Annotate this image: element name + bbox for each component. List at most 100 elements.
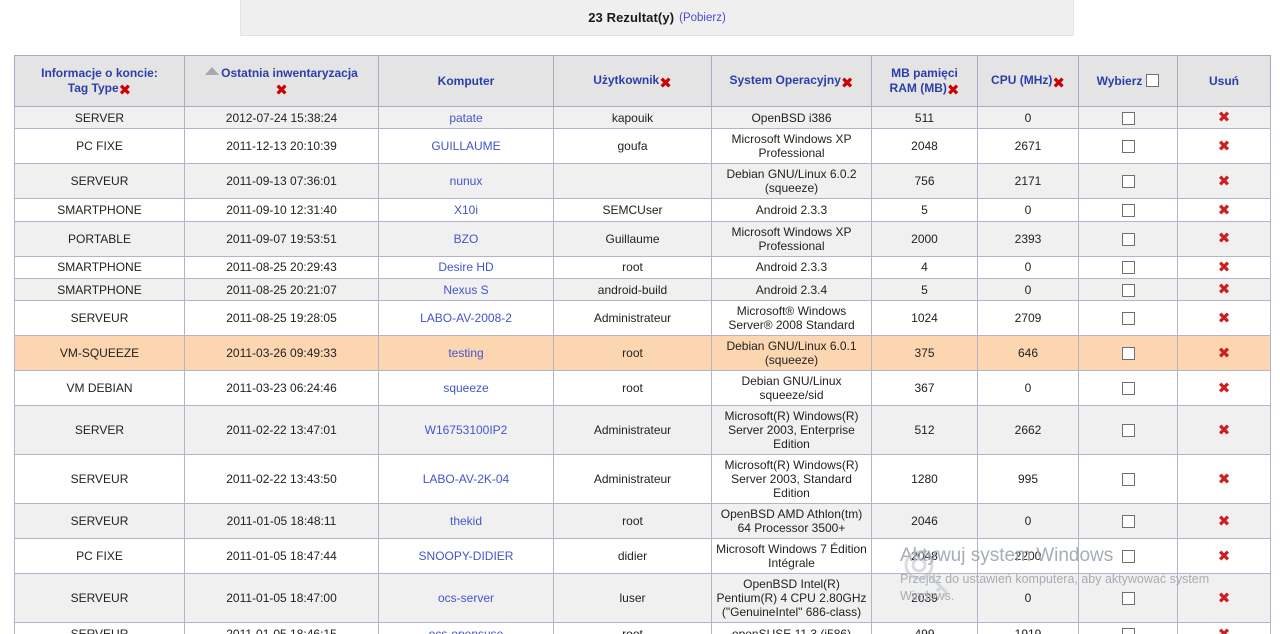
- row-select-checkbox[interactable]: [1121, 283, 1135, 297]
- column-header-last-inventory[interactable]: Ostatnia inwentaryzacja ✖: [184, 55, 379, 107]
- cell-delete[interactable]: ✖: [1177, 573, 1271, 624]
- cell-delete[interactable]: ✖: [1177, 503, 1271, 540]
- cell-computer[interactable]: GUILLAUME: [378, 128, 554, 165]
- cell-delete[interactable]: ✖: [1177, 538, 1271, 575]
- computer-link[interactable]: squeeze: [443, 381, 488, 395]
- cell-select[interactable]: [1078, 128, 1178, 165]
- remove-column-icon[interactable]: ✖: [659, 75, 672, 91]
- cell-delete[interactable]: ✖: [1177, 220, 1271, 257]
- cell-delete[interactable]: ✖: [1177, 277, 1271, 302]
- cell-select[interactable]: [1078, 105, 1178, 130]
- remove-column-icon[interactable]: ✖: [947, 83, 960, 98]
- computer-link[interactable]: W16753100IP2: [425, 423, 508, 437]
- download-link[interactable]: (Pobierz): [679, 12, 726, 24]
- delete-row-icon[interactable]: ✖: [1218, 231, 1231, 246]
- delete-row-icon[interactable]: ✖: [1218, 513, 1231, 529]
- cell-select[interactable]: [1078, 405, 1178, 456]
- cell-select[interactable]: [1078, 255, 1178, 279]
- row-select-checkbox[interactable]: [1121, 515, 1135, 529]
- cell-computer[interactable]: ocs-opensuse: [378, 622, 554, 634]
- computer-link[interactable]: LABO-AV-2008-2: [420, 311, 512, 325]
- row-select-checkbox[interactable]: [1121, 312, 1135, 326]
- cell-computer[interactable]: thekid: [378, 503, 554, 540]
- delete-row-icon[interactable]: ✖: [1218, 380, 1231, 396]
- delete-row-icon[interactable]: ✖: [1218, 110, 1231, 125]
- cell-select[interactable]: [1078, 220, 1178, 257]
- cell-delete[interactable]: ✖: [1177, 198, 1271, 222]
- computer-link[interactable]: testing: [448, 346, 483, 360]
- row-select-checkbox[interactable]: [1121, 424, 1135, 438]
- cell-delete[interactable]: ✖: [1177, 454, 1271, 505]
- delete-row-icon[interactable]: ✖: [1218, 202, 1231, 218]
- cell-computer[interactable]: X10i: [378, 198, 554, 222]
- remove-column-icon[interactable]: ✖: [119, 83, 132, 98]
- cell-delete[interactable]: ✖: [1177, 300, 1271, 337]
- row-select-checkbox[interactable]: [1121, 347, 1135, 361]
- computer-link[interactable]: ocs-opensuse: [429, 627, 504, 634]
- computer-link[interactable]: thekid: [450, 514, 482, 528]
- delete-row-icon[interactable]: ✖: [1218, 138, 1231, 154]
- cell-select[interactable]: [1078, 454, 1178, 505]
- cell-computer[interactable]: LABO-AV-2K-04: [378, 454, 554, 505]
- cell-delete[interactable]: ✖: [1177, 405, 1271, 456]
- row-select-checkbox[interactable]: [1121, 550, 1135, 564]
- cell-select[interactable]: [1078, 573, 1178, 624]
- column-header-ram[interactable]: MB pamięci RAM (MB)✖: [871, 55, 978, 107]
- cell-computer[interactable]: testing: [378, 335, 554, 372]
- cell-computer[interactable]: patate: [378, 105, 554, 130]
- row-select-checkbox[interactable]: [1121, 175, 1135, 189]
- row-select-checkbox[interactable]: [1121, 140, 1135, 154]
- cell-computer[interactable]: W16753100IP2: [378, 405, 554, 456]
- row-select-checkbox[interactable]: [1121, 204, 1135, 218]
- cell-computer[interactable]: nunux: [378, 163, 554, 200]
- row-select-checkbox[interactable]: [1121, 628, 1135, 634]
- computer-link[interactable]: ocs-server: [438, 591, 494, 605]
- delete-row-icon[interactable]: ✖: [1218, 173, 1231, 189]
- cell-select[interactable]: [1078, 503, 1178, 540]
- computer-link[interactable]: BZO: [454, 232, 479, 246]
- delete-row-icon[interactable]: ✖: [1218, 548, 1231, 564]
- delete-row-icon[interactable]: ✖: [1218, 345, 1231, 361]
- cell-delete[interactable]: ✖: [1177, 255, 1271, 279]
- computer-link[interactable]: nunux: [450, 174, 483, 188]
- delete-row-icon[interactable]: ✖: [1218, 422, 1231, 438]
- row-select-checkbox[interactable]: [1121, 111, 1135, 125]
- cell-select[interactable]: [1078, 622, 1178, 634]
- computer-link[interactable]: X10i: [454, 203, 478, 217]
- column-header-tag-type[interactable]: Informacje o koncie: Tag Type✖: [14, 55, 185, 107]
- cell-computer[interactable]: ocs-server: [378, 573, 554, 624]
- computer-link[interactable]: Nexus S: [443, 283, 488, 297]
- delete-row-icon[interactable]: ✖: [1218, 259, 1231, 275]
- cell-select[interactable]: [1078, 163, 1178, 200]
- cell-delete[interactable]: ✖: [1177, 622, 1271, 634]
- cell-computer[interactable]: LABO-AV-2008-2: [378, 300, 554, 337]
- sort-ascending-icon[interactable]: [205, 66, 220, 75]
- column-header-select[interactable]: Wybierz: [1078, 55, 1178, 107]
- remove-column-icon[interactable]: ✖: [841, 75, 854, 91]
- cell-delete[interactable]: ✖: [1177, 105, 1271, 130]
- column-header-os[interactable]: System Operacyjny✖: [711, 55, 872, 107]
- remove-column-icon[interactable]: ✖: [275, 83, 288, 98]
- column-header-user[interactable]: Użytkownik✖: [553, 55, 712, 107]
- delete-row-icon[interactable]: ✖: [1218, 626, 1231, 634]
- cell-select[interactable]: [1078, 277, 1178, 302]
- row-select-checkbox[interactable]: [1121, 261, 1135, 275]
- row-select-checkbox[interactable]: [1121, 382, 1135, 396]
- row-select-checkbox[interactable]: [1121, 232, 1135, 246]
- delete-row-icon[interactable]: ✖: [1218, 310, 1231, 326]
- row-select-checkbox[interactable]: [1121, 473, 1135, 487]
- remove-column-icon[interactable]: ✖: [1052, 75, 1065, 91]
- computer-link[interactable]: Desire HD: [438, 260, 493, 274]
- cell-select[interactable]: [1078, 198, 1178, 222]
- delete-row-icon[interactable]: ✖: [1218, 471, 1231, 487]
- computer-link[interactable]: LABO-AV-2K-04: [423, 472, 509, 486]
- computer-link[interactable]: patate: [449, 111, 482, 125]
- computer-link[interactable]: GUILLAUME: [431, 139, 500, 153]
- cell-delete[interactable]: ✖: [1177, 163, 1271, 200]
- delete-row-icon[interactable]: ✖: [1218, 590, 1231, 606]
- delete-row-icon[interactable]: ✖: [1218, 282, 1231, 297]
- cell-computer[interactable]: squeeze: [378, 370, 554, 407]
- cell-computer[interactable]: Desire HD: [378, 255, 554, 279]
- cell-delete[interactable]: ✖: [1177, 335, 1271, 372]
- cell-select[interactable]: [1078, 300, 1178, 337]
